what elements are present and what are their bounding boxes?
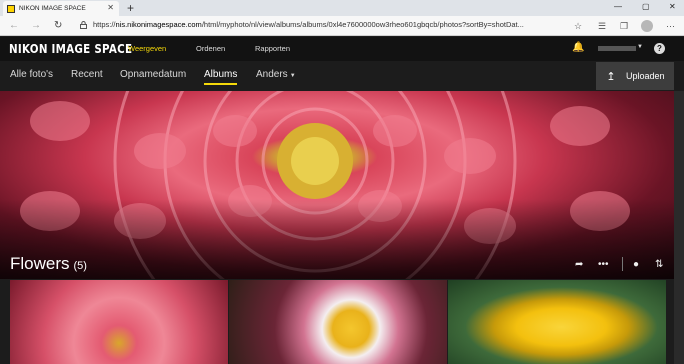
user-name-redacted[interactable] — [598, 46, 636, 51]
album-photo-count: (5) — [73, 260, 87, 272]
browser-tab[interactable]: NIKON IMAGE SPACE ✕ — [3, 1, 119, 16]
nav-weergeven[interactable]: Weergeven — [128, 44, 166, 53]
location-icon[interactable]: ● — [633, 259, 639, 271]
url-path: /html/myphoto/nl/view/albums/albums/0xl4… — [201, 20, 524, 29]
photo-thumbnail[interactable] — [448, 280, 666, 364]
photo-grid — [10, 280, 666, 364]
new-tab-button[interactable]: + — [127, 1, 134, 15]
tab-all-photos[interactable]: Alle foto's — [10, 69, 53, 80]
album-title: Flowers (5) — [10, 254, 87, 274]
help-icon[interactable]: ? — [654, 43, 665, 54]
sub-navigation: Alle foto's Recent Opnamedatum Albums An… — [0, 61, 684, 91]
app-header: NIKON IMAGE SPACE Weergeven Ordenen Rapp… — [0, 37, 684, 61]
more-icon[interactable]: ⋯ — [666, 20, 675, 32]
forward-icon[interactable]: → — [31, 19, 41, 33]
browser-addressbar: ← → ↻ https://nis.nikonimagespace.com/ht… — [0, 16, 684, 36]
upload-label: Uploaden — [626, 71, 665, 81]
collections-icon[interactable]: ❐ — [620, 20, 628, 32]
tab-other[interactable]: Anders ▼ — [256, 69, 296, 80]
photo-thumbnail[interactable] — [10, 280, 228, 364]
url-scheme: https:// — [93, 20, 116, 29]
url-field[interactable]: https://nis.nikonimagespace.com/html/myp… — [93, 20, 563, 29]
sort-icon[interactable]: ⇅ — [655, 259, 663, 271]
tab-albums[interactable]: Albums — [204, 69, 238, 85]
minimize-button[interactable]: — — [614, 1, 622, 13]
tab-title: NIKON IMAGE SPACE — [19, 5, 86, 12]
chevron-down-icon: ▼ — [289, 73, 296, 79]
maximize-button[interactable]: ▢ — [642, 1, 650, 13]
page-scrollbar[interactable] — [674, 91, 684, 364]
nikon-favicon-icon — [7, 4, 15, 13]
reload-icon[interactable]: ↻ — [54, 19, 62, 33]
album-name: Flowers — [10, 254, 70, 273]
photo-thumbnail[interactable] — [229, 280, 447, 364]
more-icon[interactable]: ••• — [598, 259, 609, 271]
upload-button[interactable]: ↥ Uploaden — [596, 62, 674, 90]
share-icon[interactable]: ➦ — [575, 259, 583, 271]
divider — [622, 257, 623, 271]
nikon-logo[interactable]: NIKON IMAGE SPACE — [9, 42, 132, 56]
album-cover-image: Flowers (5) ➦ ••• ● ⇅ — [0, 91, 684, 279]
nav-rapporten[interactable]: Rapporten — [255, 44, 290, 53]
window-close-button[interactable]: ✕ — [669, 1, 676, 13]
lock-icon — [80, 21, 87, 29]
favorites-bar-icon[interactable]: ☰ — [598, 20, 606, 32]
profile-icon[interactable] — [641, 20, 653, 32]
tab-other-label: Anders — [256, 69, 288, 80]
nav-ordenen[interactable]: Ordenen — [196, 44, 225, 53]
back-icon[interactable]: ← — [9, 19, 19, 33]
tab-shooting-date[interactable]: Opnamedatum — [120, 69, 186, 80]
upload-icon: ↥ — [606, 70, 616, 83]
browser-tabbar: NIKON IMAGE SPACE ✕ + — ▢ ✕ — [0, 0, 684, 16]
url-host: nis.nikonimagespace.com — [115, 20, 202, 29]
notification-bell-icon[interactable]: 🔔 — [572, 42, 584, 53]
tab-close-icon[interactable]: ✕ — [107, 4, 114, 12]
user-menu-caret-icon[interactable]: ▼ — [637, 44, 643, 50]
favorite-star-icon[interactable]: ☆ — [574, 20, 582, 32]
tab-recent[interactable]: Recent — [71, 69, 103, 80]
